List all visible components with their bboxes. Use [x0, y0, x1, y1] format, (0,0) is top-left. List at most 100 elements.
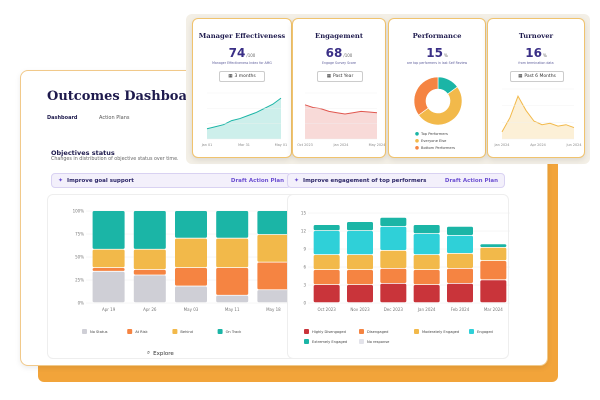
- calendar-icon: ▦: [228, 74, 233, 79]
- bar-segment: [480, 280, 507, 303]
- bar-segment: [480, 247, 507, 261]
- bar-segment: [347, 222, 373, 231]
- bar-segment: [447, 253, 473, 268]
- period-select[interactable]: ▦ Past Year: [317, 71, 363, 82]
- card-value-unit: %: [542, 53, 547, 58]
- legend-swatch: [82, 329, 87, 334]
- x-tick-label: May 2024: [369, 143, 386, 147]
- y-tick-label: 0%: [78, 301, 85, 306]
- x-tick-label: Jan 2024: [333, 143, 349, 147]
- bar-segment: [313, 225, 340, 231]
- legend-label: Top Performers: [420, 132, 448, 136]
- bar-segment: [175, 286, 207, 303]
- x-tick-label: Dec 2023: [384, 307, 404, 312]
- x-tick-label: Apr 19: [102, 307, 116, 312]
- card-subtitle: from termination data: [518, 61, 554, 65]
- x-tick-label: Jun 2024: [565, 143, 581, 147]
- legend-label: Behind: [180, 330, 193, 334]
- card-value-number: 16: [525, 46, 542, 60]
- legend-label: On Track: [226, 330, 243, 334]
- bar-segment: [175, 238, 207, 268]
- card-value-number: 68: [325, 46, 343, 60]
- tab-dashboard[interactable]: Dashboard: [47, 115, 78, 121]
- card-value: 74/100: [193, 46, 291, 60]
- legend-swatch: [304, 329, 309, 334]
- x-tick-label: Mar 2024: [484, 307, 503, 312]
- legend-label: At Risk: [135, 330, 148, 334]
- period-select[interactable]: ▦ Past 6 Months: [510, 71, 564, 82]
- card-turnover[interactable]: Jan 2024 Apr 2024 Jun 2024 Turnover 16% fr…: [487, 18, 585, 158]
- legend-swatch: [304, 339, 309, 344]
- bar-segment: [380, 217, 407, 226]
- bar-segment: [380, 268, 407, 283]
- bar-segment: [313, 285, 340, 303]
- bar-segment: [347, 270, 373, 285]
- card-value: 16%: [488, 46, 584, 60]
- x-tick-label: Oct 2023: [297, 143, 313, 147]
- y-tick-label: 75%: [75, 232, 84, 237]
- bar-segment: [313, 270, 340, 285]
- card-engagement[interactable]: Oct 2023 Jan 2024 May 2024 Engagement 68/1…: [292, 18, 386, 158]
- card-subtitle: are top performers in last Self Review: [406, 61, 468, 65]
- y-tick-label: 100%: [73, 209, 85, 214]
- goal-banner-engagement: ✦ Improve engagement of top performers D…: [287, 173, 505, 188]
- section-subtitle: Changes in distribution of objective sta…: [51, 157, 179, 162]
- legend-label: Moderately Engaged: [422, 330, 459, 334]
- y-tick-label: 12: [301, 229, 307, 234]
- bar-segment: [413, 255, 440, 270]
- card-title: Performance: [412, 32, 462, 40]
- legend-label: Bottom Performers: [421, 146, 455, 150]
- bar-segment: [347, 231, 373, 255]
- legend-label: Extremely Engaged: [312, 340, 347, 344]
- calendar-icon: ▦: [326, 74, 331, 79]
- bar-segment: [257, 234, 290, 262]
- pie-slice: [413, 76, 439, 116]
- card-value-unit: /100: [246, 53, 256, 58]
- card-value-number: 15: [426, 46, 443, 60]
- area-fill: [207, 98, 281, 139]
- legend-label: No Status: [90, 330, 108, 334]
- tab-action-plans[interactable]: Action Plans: [99, 115, 130, 121]
- card-title: Turnover: [518, 32, 554, 40]
- draft-action-plan-link[interactable]: Draft Action Plan: [445, 178, 498, 184]
- objectives-status-chart: 0% 25% 50% 75% 100% Apr 19 Apr 26 May 03 May 11 M…: [47, 194, 301, 359]
- bar-segment: [92, 249, 125, 268]
- x-tick-label: Nov 2023: [350, 307, 370, 312]
- bar-segment: [380, 226, 407, 250]
- bar-segment: [216, 268, 249, 295]
- card-manager-effectiveness[interactable]: Jan 01 Mar 31 May 01 Manager Effectiveness…: [192, 18, 292, 158]
- legend-swatch: [172, 329, 178, 334]
- bar-segment: [133, 249, 166, 270]
- period-select-value: Past Year: [332, 74, 354, 79]
- bar-segment: [257, 211, 290, 235]
- card-value-unit: /100: [343, 53, 353, 58]
- draft-action-plan-link[interactable]: Draft Action Plan: [231, 178, 284, 184]
- bar-segment: [92, 271, 125, 303]
- calendar-icon: ▦: [518, 74, 523, 79]
- bar-segment: [413, 270, 440, 285]
- card-subtitle: Engage Survey Score: [321, 61, 357, 65]
- y-tick-label: 9: [303, 247, 306, 252]
- x-tick-label: Oct 2023: [317, 307, 336, 312]
- card-title: Manager Effectiveness: [198, 32, 286, 40]
- bar-segment: [413, 234, 440, 255]
- goal-text: Improve goal support: [67, 177, 134, 184]
- bar-segment: [175, 211, 207, 238]
- explore-button[interactable]: ⌕ Explore: [147, 350, 174, 357]
- y-tick-label: 25%: [75, 278, 84, 283]
- bar-segment: [257, 262, 290, 290]
- objectives-status-svg: 0% 25% 50% 75% 100% Apr 19 Apr 26 May 03 May 11 M…: [73, 209, 294, 334]
- goal-banner-support: ✦ Improve goal support Draft Action Plan: [51, 173, 291, 188]
- period-select[interactable]: ▦ 3 months: [219, 71, 265, 82]
- bar-segment: [480, 261, 507, 280]
- card-performance[interactable]: Top Performers Everyone Else Bottom Perfor…: [388, 18, 486, 158]
- bar-segment: [447, 268, 473, 283]
- x-tick-label: May 03: [184, 307, 199, 312]
- legend-swatch: [127, 329, 133, 334]
- x-tick-label: Jan 2024: [494, 143, 510, 147]
- x-tick-label: May 18: [266, 307, 281, 312]
- bar-segment: [413, 225, 440, 234]
- legend-swatch: [415, 132, 419, 136]
- bar-segment: [257, 290, 290, 303]
- area-fill: [502, 96, 574, 139]
